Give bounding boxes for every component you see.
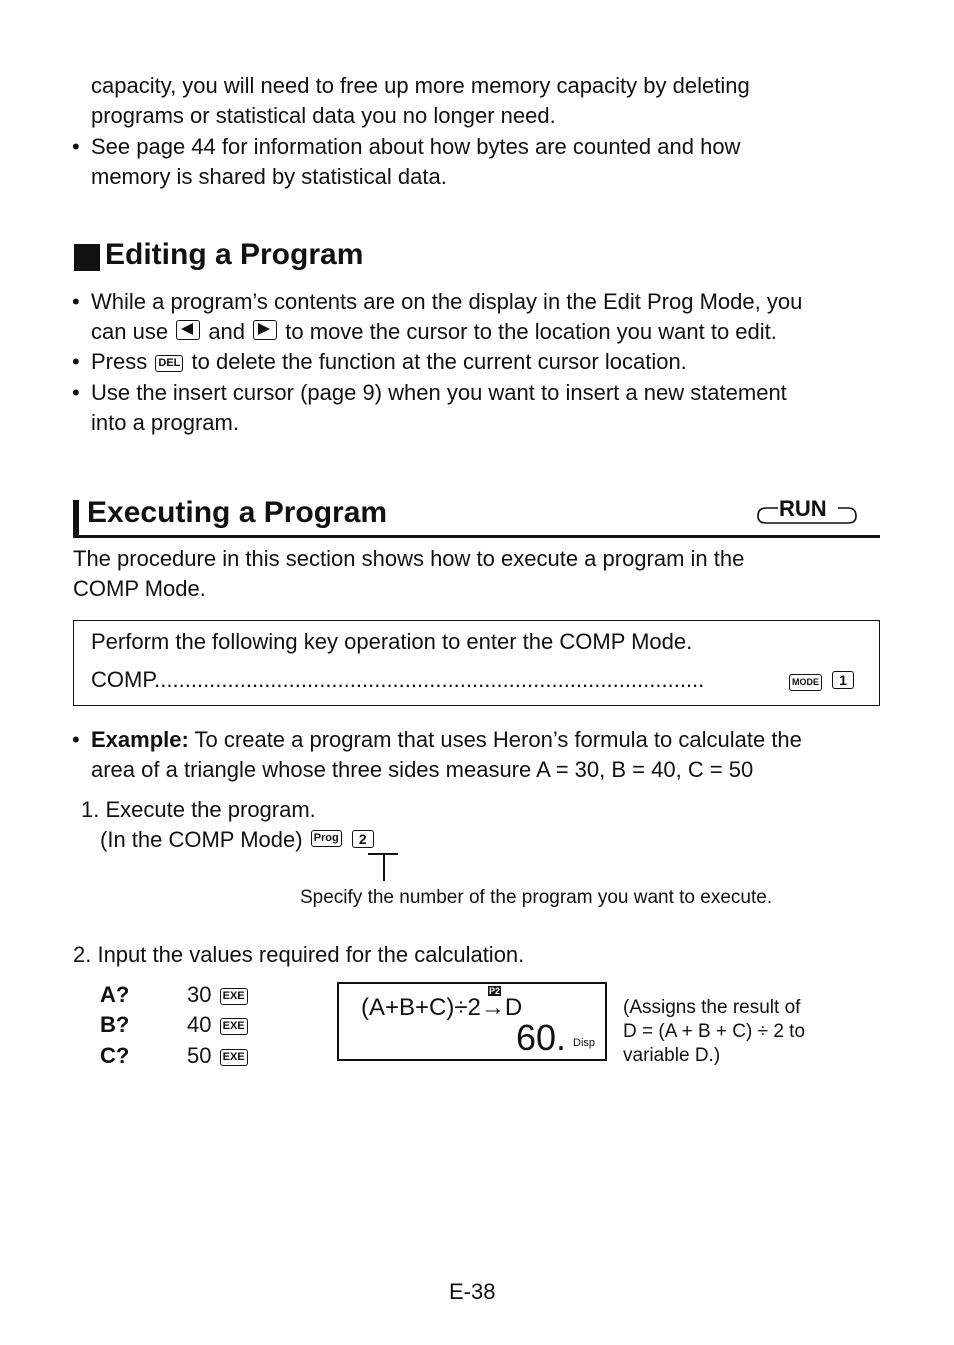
step1-line-1: 1. Execute the program.: [81, 797, 316, 822]
executing-heading: Executing a Program: [87, 496, 388, 529]
editing-b1-mid: and: [208, 319, 246, 344]
editing-b1-post: to move the cursor to the location you w…: [285, 319, 777, 344]
editing-b3-line-2: into a program.: [91, 410, 239, 435]
mode-key-icon: MODE: [789, 674, 822, 691]
prog-key-icon: Prog: [310, 830, 342, 847]
display-disp-indicator: Disp: [573, 1037, 596, 1049]
editing-b2-line: Press DEL to delete the function at the …: [91, 347, 687, 377]
input-label-b: B?: [100, 1012, 130, 1037]
note-line-3: variable D.): [623, 1045, 721, 1066]
callout-line: [383, 853, 385, 881]
exe-key-icon: EXE: [219, 1018, 248, 1035]
one-key-icon: 1: [832, 671, 854, 689]
editing-b3-line-1: Use the insert cursor (page 9) when you …: [91, 380, 787, 405]
input-label-c: C?: [100, 1043, 130, 1068]
bullet-dot: •: [72, 289, 80, 314]
comp-label: COMP: [91, 667, 155, 692]
run-mode-badge: RUN: [756, 496, 858, 528]
exe-key-icon: EXE: [219, 1049, 248, 1066]
run-badge-label: RUN: [779, 496, 827, 521]
calculator-display: P2 (A+B+C)÷2→D 60. Disp: [337, 982, 607, 1061]
input-value-b: 40 EXE: [187, 1010, 250, 1040]
editing-b1-pre: can use: [91, 319, 169, 344]
comp-dots: ........................................…: [154, 667, 705, 692]
intro-bullet-line-2: memory is shared by statistical data.: [91, 164, 447, 189]
display-formula: (A+B+C)÷2→D: [361, 994, 523, 1021]
input-label-a: A?: [100, 982, 130, 1007]
example-label: Example:: [91, 727, 189, 752]
executing-desc-line-2: COMP Mode.: [73, 576, 206, 601]
page-number: E-38: [449, 1279, 496, 1304]
step2-line: 2. Input the values required for the cal…: [73, 942, 525, 967]
step1-note: Specify the number of the program you wa…: [300, 887, 773, 908]
bullet-dot: •: [72, 349, 80, 374]
comp-box-line-1: Perform the following key operation to e…: [91, 629, 693, 654]
heading-underline: [73, 535, 880, 538]
example-text: To create a program that uses Heron’s fo…: [194, 727, 802, 752]
input-value-c: 50 EXE: [187, 1041, 250, 1071]
input-c-value: 50: [187, 1043, 212, 1068]
editing-b1-line-2: can use and to move the cursor to the lo…: [91, 317, 777, 347]
display-result: 60.: [516, 1017, 567, 1058]
two-key-icon: 2: [351, 830, 374, 848]
bullet-dot: •: [72, 134, 80, 159]
intro-line-1: capacity, you will need to free up more …: [91, 73, 750, 98]
editing-b1-line-1: While a program’s contents are on the di…: [91, 289, 803, 314]
intro-bullet-line-1: See page 44 for information about how by…: [91, 134, 741, 159]
left-arrow-key-icon: [176, 320, 201, 340]
example-line-2: area of a triangle whose three sides mea…: [91, 757, 754, 782]
input-a-value: 30: [187, 982, 212, 1007]
executing-desc-line-1: The procedure in this section shows how …: [73, 546, 745, 571]
exe-key-icon: EXE: [219, 988, 248, 1005]
input-b-value: 40: [187, 1012, 212, 1037]
step1-text: (In the COMP Mode): [100, 827, 303, 852]
comp-box-line-2: COMP....................................…: [91, 665, 861, 695]
bullet-dot: •: [72, 727, 80, 752]
bullet-dot: •: [72, 380, 80, 405]
comp-keys: MODE 1: [787, 668, 856, 694]
del-key-icon: DEL: [155, 355, 184, 372]
heading-bar: [73, 500, 79, 538]
intro-line-2: programs or statistical data you no long…: [91, 103, 556, 128]
section-square-icon: [74, 244, 100, 271]
editing-heading: Editing a Program: [105, 238, 364, 271]
editing-b2-post: to delete the function at the current cu…: [191, 349, 687, 374]
right-arrow-key-icon: [253, 320, 278, 340]
input-value-a: 30 EXE: [187, 980, 250, 1010]
step1-line-2: (In the COMP Mode) Prog 2: [100, 825, 376, 855]
example-line-1: Example: To create a program that uses H…: [91, 725, 802, 755]
editing-b2-pre: Press: [91, 349, 148, 374]
